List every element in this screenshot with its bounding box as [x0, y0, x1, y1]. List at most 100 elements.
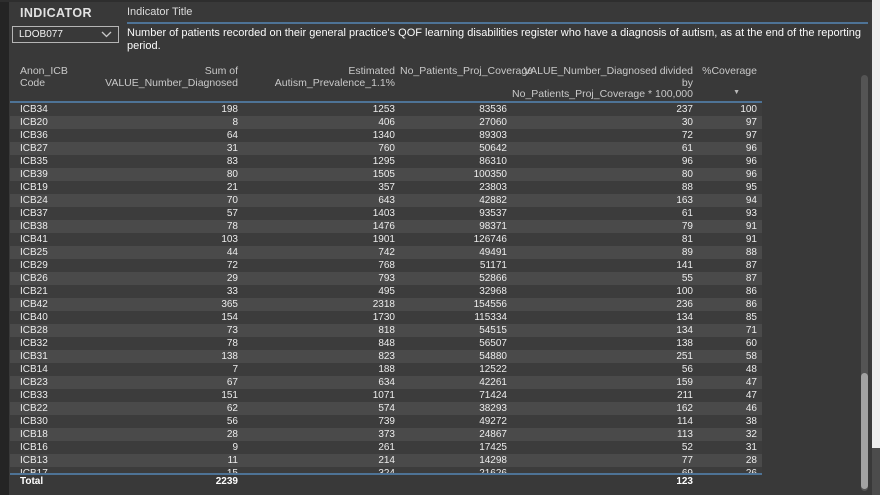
value-cell: 574 [243, 402, 400, 415]
value-cell: 643 [243, 194, 400, 207]
column-header-estimated-prevalence[interactable]: Estimated Autism_Prevalence_1.1% [243, 66, 400, 89]
value-cell: 91 [698, 220, 762, 233]
icb-code-cell: ICB27 [10, 142, 88, 155]
icb-code-cell: ICB21 [10, 285, 88, 298]
value-cell: 64 [88, 129, 243, 142]
column-header-sum-diagnosed[interactable]: Sum of VALUE_Number_Diagnosed [88, 66, 243, 89]
value-cell: 760 [243, 142, 400, 155]
icb-code-cell: ICB17 [10, 467, 88, 473]
table-row[interactable]: ICB22625743829316246 [10, 402, 762, 415]
chevron-down-icon [101, 31, 112, 38]
title-divider [127, 22, 868, 24]
table-row[interactable]: ICB28738185451513471 [10, 324, 762, 337]
column-header-percent-coverage[interactable]: %Coverage ▼ [698, 66, 762, 96]
table-row[interactable]: ICB1921357238038895 [10, 181, 762, 194]
table-row[interactable]: ICB169261174255231 [10, 441, 762, 454]
table-row[interactable]: ICB34198125383536237100 [10, 103, 762, 116]
value-cell: 188 [243, 363, 400, 376]
value-cell: 54515 [400, 324, 512, 337]
value-cell: 96 [698, 168, 762, 181]
value-cell: 7 [88, 363, 243, 376]
value-cell: 100350 [400, 168, 512, 181]
value-cell: 848 [243, 337, 400, 350]
value-cell: 86310 [400, 155, 512, 168]
value-cell: 103 [88, 233, 243, 246]
total-empty-cell [243, 475, 400, 489]
value-cell: 52 [512, 441, 698, 454]
icb-code-cell: ICB14 [10, 363, 88, 376]
table-row[interactable]: ICB23676344226115947 [10, 376, 762, 389]
value-cell: 100 [512, 285, 698, 298]
top-panel-edge [0, 0, 880, 2]
icb-code-cell: ICB34 [10, 103, 88, 116]
column-header-rate-per-100000[interactable]: VALUE_Number_Diagnosed divided by No_Pat… [512, 66, 698, 101]
value-cell: 88 [698, 246, 762, 259]
icb-code-cell: ICB13 [10, 454, 88, 467]
column-header-proj-coverage[interactable]: No_Patients_Proj_Coverage [400, 66, 512, 78]
table-row[interactable]: ICB398015051003508096 [10, 168, 762, 181]
table-row[interactable]: ICB21334953296810086 [10, 285, 762, 298]
table-row[interactable]: ICB2629793528665587 [10, 272, 762, 285]
value-cell: 214 [243, 454, 400, 467]
value-cell: 97 [698, 129, 762, 142]
value-cell: 1476 [243, 220, 400, 233]
value-cell: 42261 [400, 376, 512, 389]
table-row[interactable]: ICB24706434288216394 [10, 194, 762, 207]
table-row[interactable]: ICB1715324216266926 [10, 467, 762, 473]
table-row[interactable]: ICB3315110717142421147 [10, 389, 762, 402]
value-cell: 94 [698, 194, 762, 207]
value-cell: 11 [88, 454, 243, 467]
table-row[interactable]: ICB2731760506426196 [10, 142, 762, 155]
table-row[interactable]: ICB37571403935376193 [10, 207, 762, 220]
value-cell: 62 [88, 402, 243, 415]
value-cell: 95 [698, 181, 762, 194]
value-cell: 324 [243, 467, 400, 473]
table-row[interactable]: ICB2544742494918988 [10, 246, 762, 259]
value-cell: 1340 [243, 129, 400, 142]
value-cell: 12522 [400, 363, 512, 376]
table-row[interactable]: ICB18283732486711332 [10, 428, 762, 441]
value-cell: 98371 [400, 220, 512, 233]
value-cell: 823 [243, 350, 400, 363]
table-row[interactable]: ICB32788485650713860 [10, 337, 762, 350]
table-row[interactable]: ICB311388235488025158 [10, 350, 762, 363]
value-cell: 162 [512, 402, 698, 415]
indicator-title-label: Indicator Title [127, 6, 192, 18]
table-row[interactable]: ICB42365231815455623686 [10, 298, 762, 311]
value-cell: 134 [512, 324, 698, 337]
value-cell: 80 [512, 168, 698, 181]
data-table: Anon_ICB Code Sum of VALUE_Number_Diagno… [10, 66, 762, 489]
table-row[interactable]: ICB29727685117114187 [10, 259, 762, 272]
value-cell: 32 [698, 428, 762, 441]
value-cell: 28 [88, 428, 243, 441]
table-row[interactable]: ICB4110319011267468191 [10, 233, 762, 246]
table-row[interactable]: ICB208406270603097 [10, 116, 762, 129]
value-cell: 77 [512, 454, 698, 467]
value-cell: 21 [88, 181, 243, 194]
value-cell: 85 [698, 311, 762, 324]
table-row[interactable]: ICB147188125225648 [10, 363, 762, 376]
indicator-dropdown[interactable]: LDOB077 [12, 26, 119, 43]
table-row[interactable]: ICB1311214142987728 [10, 454, 762, 467]
icb-code-cell: ICB32 [10, 337, 88, 350]
value-cell: 793 [243, 272, 400, 285]
table-row[interactable]: ICB35831295863109696 [10, 155, 762, 168]
value-cell: 96 [698, 142, 762, 155]
value-cell: 634 [243, 376, 400, 389]
column-header-anon-icb-code[interactable]: Anon_ICB Code [10, 66, 88, 89]
value-cell: 154 [88, 311, 243, 324]
value-cell: 14298 [400, 454, 512, 467]
table-row[interactable]: ICB38781476983717991 [10, 220, 762, 233]
value-cell: 89 [512, 246, 698, 259]
table-row[interactable]: ICB40154173011533413485 [10, 311, 762, 324]
value-cell: 56507 [400, 337, 512, 350]
vertical-scrollbar[interactable] [861, 75, 868, 491]
value-cell: 56 [512, 363, 698, 376]
value-cell: 198 [88, 103, 243, 116]
value-cell: 46 [698, 402, 762, 415]
scrollbar-thumb[interactable] [861, 373, 868, 489]
value-cell: 141 [512, 259, 698, 272]
table-row[interactable]: ICB30567394927211438 [10, 415, 762, 428]
table-row[interactable]: ICB36641340893037297 [10, 129, 762, 142]
icb-code-cell: ICB26 [10, 272, 88, 285]
